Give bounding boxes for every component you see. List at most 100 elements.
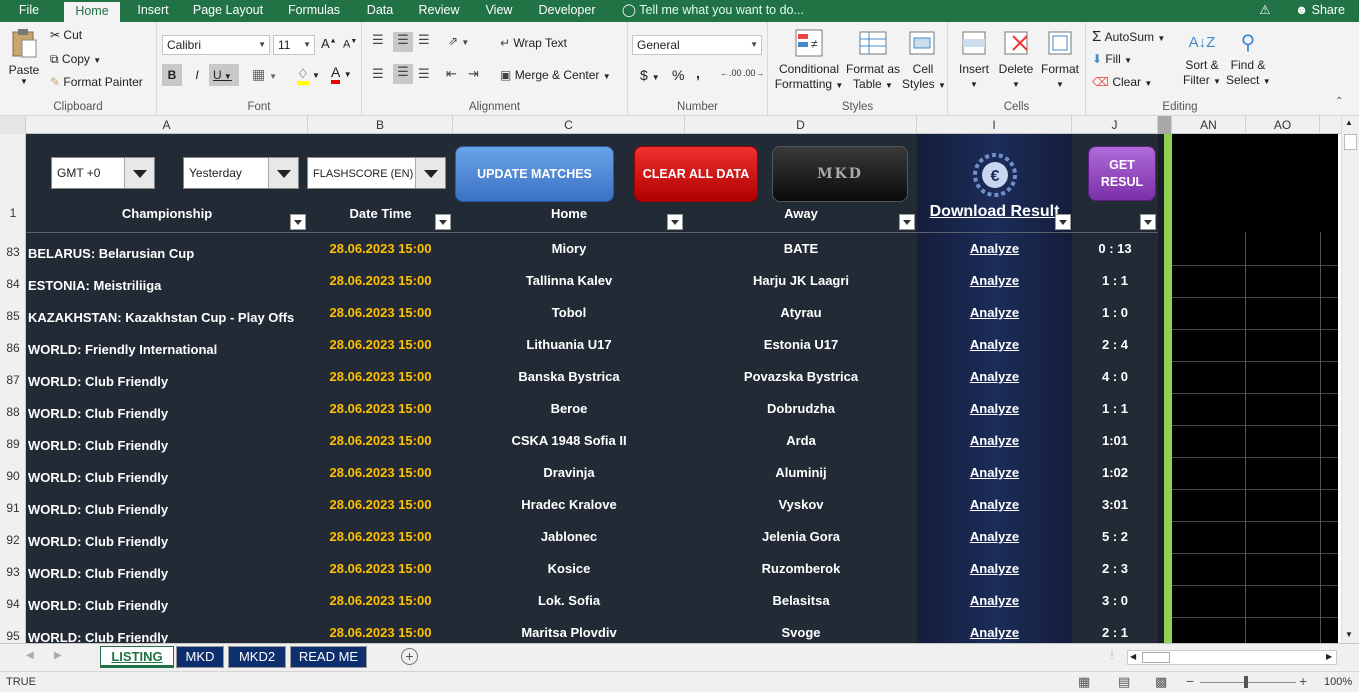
analyze-link[interactable]: Analyze bbox=[917, 401, 1072, 416]
analyze-link[interactable]: Analyze bbox=[917, 529, 1072, 544]
format-cells-button[interactable]: Format ▼ bbox=[1038, 28, 1082, 92]
increase-indent-icon[interactable]: ⇥ bbox=[468, 66, 479, 82]
align-right-icon[interactable]: ☰ bbox=[418, 66, 430, 82]
italic-button[interactable]: I bbox=[187, 64, 207, 86]
row-header[interactable]: 91 bbox=[0, 501, 26, 515]
next-sheet-icon[interactable]: ▶ bbox=[54, 650, 62, 661]
row-header[interactable]: 90 bbox=[0, 469, 26, 483]
scroll-left-icon[interactable]: ◀ bbox=[1130, 652, 1136, 661]
cell-styles-button[interactable]: Cell Styles ▼ bbox=[902, 28, 946, 93]
analyze-link[interactable]: Analyze bbox=[917, 497, 1072, 512]
font-name-select[interactable]: Calibri ▼ bbox=[162, 35, 270, 55]
decrease-decimal-icon[interactable]: .00→ bbox=[743, 68, 765, 78]
autosum-button[interactable]: Σ AutoSum ▼ bbox=[1092, 28, 1165, 45]
filter-result-icon[interactable] bbox=[1140, 214, 1156, 230]
zoom-out-icon[interactable]: − bbox=[1186, 673, 1194, 689]
analyze-link[interactable]: Analyze bbox=[917, 273, 1072, 288]
tab-split-handle-icon[interactable]: ⋮ bbox=[1107, 650, 1117, 661]
scroll-down-icon[interactable]: ▼ bbox=[1345, 630, 1353, 639]
comma-button[interactable]: , bbox=[696, 65, 700, 81]
number-format-select[interactable]: General ▼ bbox=[632, 35, 762, 55]
zoom-slider-thumb[interactable] bbox=[1244, 676, 1248, 688]
row-header[interactable]: 95 bbox=[0, 629, 26, 643]
mkd-button[interactable]: MKD bbox=[772, 146, 908, 202]
fill-color-icon[interactable]: ♢ ▼ bbox=[297, 66, 320, 85]
analyze-link[interactable]: Analyze bbox=[917, 561, 1072, 576]
clear-all-data-button[interactable]: CLEAR ALL DATA bbox=[634, 146, 758, 202]
row-header[interactable]: 89 bbox=[0, 437, 26, 451]
row-header-1[interactable]: 1 bbox=[0, 206, 26, 220]
percent-button[interactable]: % bbox=[672, 67, 684, 83]
row-header[interactable]: 84 bbox=[0, 277, 26, 291]
conditional-formatting-button[interactable]: ≠ Conditional Formatting ▼ bbox=[774, 28, 844, 93]
find-select-button[interactable]: ⚲ Find & Select ▼ bbox=[1226, 28, 1271, 89]
format-painter-button[interactable]: ✎ Format Painter bbox=[50, 75, 143, 89]
analyze-link[interactable]: Analyze bbox=[917, 305, 1072, 320]
download-result-link[interactable]: Download Result bbox=[917, 203, 1072, 221]
font-color-icon[interactable]: A ▼ bbox=[331, 64, 352, 84]
tab-data[interactable]: Data bbox=[360, 0, 400, 22]
decrease-indent-icon[interactable]: ⇤ bbox=[446, 66, 457, 82]
orientation-icon[interactable]: ⇗ ▼ bbox=[448, 34, 469, 48]
font-size-select[interactable]: 11 ▼ bbox=[273, 35, 315, 55]
analyze-link[interactable]: Analyze bbox=[917, 593, 1072, 608]
tell-me-box[interactable]: ◯ Tell me what you want to do... bbox=[622, 0, 812, 22]
filter-away-icon[interactable] bbox=[899, 214, 915, 230]
increase-decimal-icon[interactable]: ←.00 bbox=[720, 68, 742, 78]
col-header-c[interactable]: C bbox=[453, 116, 685, 134]
collapse-ribbon-icon[interactable]: ⌃ bbox=[1335, 96, 1343, 107]
row-header[interactable]: 85 bbox=[0, 309, 26, 323]
tab-file[interactable]: File bbox=[8, 0, 50, 22]
analyze-link[interactable]: Analyze bbox=[917, 433, 1072, 448]
wrap-text-button[interactable]: ↵ Wrap Text bbox=[500, 36, 567, 50]
col-header-i[interactable]: I bbox=[917, 116, 1072, 134]
decrease-font-icon[interactable]: A▼ bbox=[343, 38, 357, 51]
warning-icon[interactable]: ⚠ bbox=[1256, 0, 1274, 22]
zoom-in-icon[interactable]: + bbox=[1299, 673, 1307, 689]
page-layout-view-icon[interactable]: ▤ bbox=[1118, 674, 1130, 690]
row-header[interactable]: 88 bbox=[0, 405, 26, 419]
tab-page-layout[interactable]: Page Layout bbox=[188, 0, 268, 22]
tab-insert[interactable]: Insert bbox=[128, 0, 178, 22]
copy-button[interactable]: ⧉ Copy ▼ bbox=[50, 52, 101, 67]
sheet-tab-read-me[interactable]: READ ME bbox=[290, 646, 367, 668]
col-header-d[interactable]: D bbox=[685, 116, 917, 134]
sheet-tab-mkd[interactable]: MKD bbox=[176, 646, 224, 668]
analyze-link[interactable]: Analyze bbox=[917, 369, 1072, 384]
scroll-right-icon[interactable]: ▶ bbox=[1326, 652, 1332, 661]
scroll-thumb[interactable] bbox=[1344, 134, 1357, 150]
update-matches-button[interactable]: UPDATE MATCHES bbox=[455, 146, 614, 202]
select-all-corner[interactable] bbox=[0, 116, 26, 134]
tab-review[interactable]: Review bbox=[414, 0, 464, 22]
row-header[interactable]: 92 bbox=[0, 533, 26, 547]
sort-filter-button[interactable]: A↓Z Sort & Filter ▼ bbox=[1180, 28, 1224, 89]
prev-sheet-icon[interactable]: ◀ bbox=[26, 650, 34, 661]
filter-championship-icon[interactable] bbox=[290, 214, 306, 230]
tab-developer[interactable]: Developer bbox=[534, 0, 600, 22]
row-header[interactable]: 86 bbox=[0, 341, 26, 355]
filter-home-icon[interactable] bbox=[667, 214, 683, 230]
timezone-dropdown[interactable]: GMT +0 bbox=[51, 157, 155, 189]
tab-view[interactable]: View bbox=[478, 0, 520, 22]
underline-button[interactable]: U ▼ bbox=[209, 64, 239, 86]
download-logo-icon[interactable]: € bbox=[970, 150, 1020, 200]
horizontal-scrollbar[interactable]: ◀ ▶ bbox=[1127, 650, 1337, 665]
row-header[interactable]: 94 bbox=[0, 597, 26, 611]
day-dropdown[interactable]: Yesterday bbox=[183, 157, 299, 189]
sheet-tab-listing[interactable]: LISTING bbox=[100, 646, 174, 668]
tab-formulas[interactable]: Formulas bbox=[282, 0, 346, 22]
share-button[interactable]: ☻ Share bbox=[1290, 0, 1350, 22]
align-bottom-icon[interactable]: ☰ bbox=[418, 32, 430, 48]
cut-button[interactable]: ✂ Cut bbox=[50, 28, 82, 42]
currency-button[interactable]: $ ▼ bbox=[640, 67, 660, 83]
row-header[interactable]: 87 bbox=[0, 373, 26, 387]
page-break-view-icon[interactable]: ▩ bbox=[1155, 674, 1167, 690]
merge-center-button[interactable]: ▣ Merge & Center ▼ bbox=[500, 68, 611, 82]
row-header[interactable]: 93 bbox=[0, 565, 26, 579]
delete-cells-button[interactable]: Delete ▼ bbox=[996, 28, 1036, 92]
align-middle-icon[interactable]: ☰ bbox=[393, 32, 413, 52]
borders-icon[interactable]: ▦ ▼ bbox=[252, 66, 277, 83]
align-center-icon[interactable]: ☰ bbox=[393, 64, 413, 84]
format-as-table-button[interactable]: Format as Table ▼ bbox=[844, 28, 902, 93]
col-header-a[interactable]: A bbox=[26, 116, 308, 134]
